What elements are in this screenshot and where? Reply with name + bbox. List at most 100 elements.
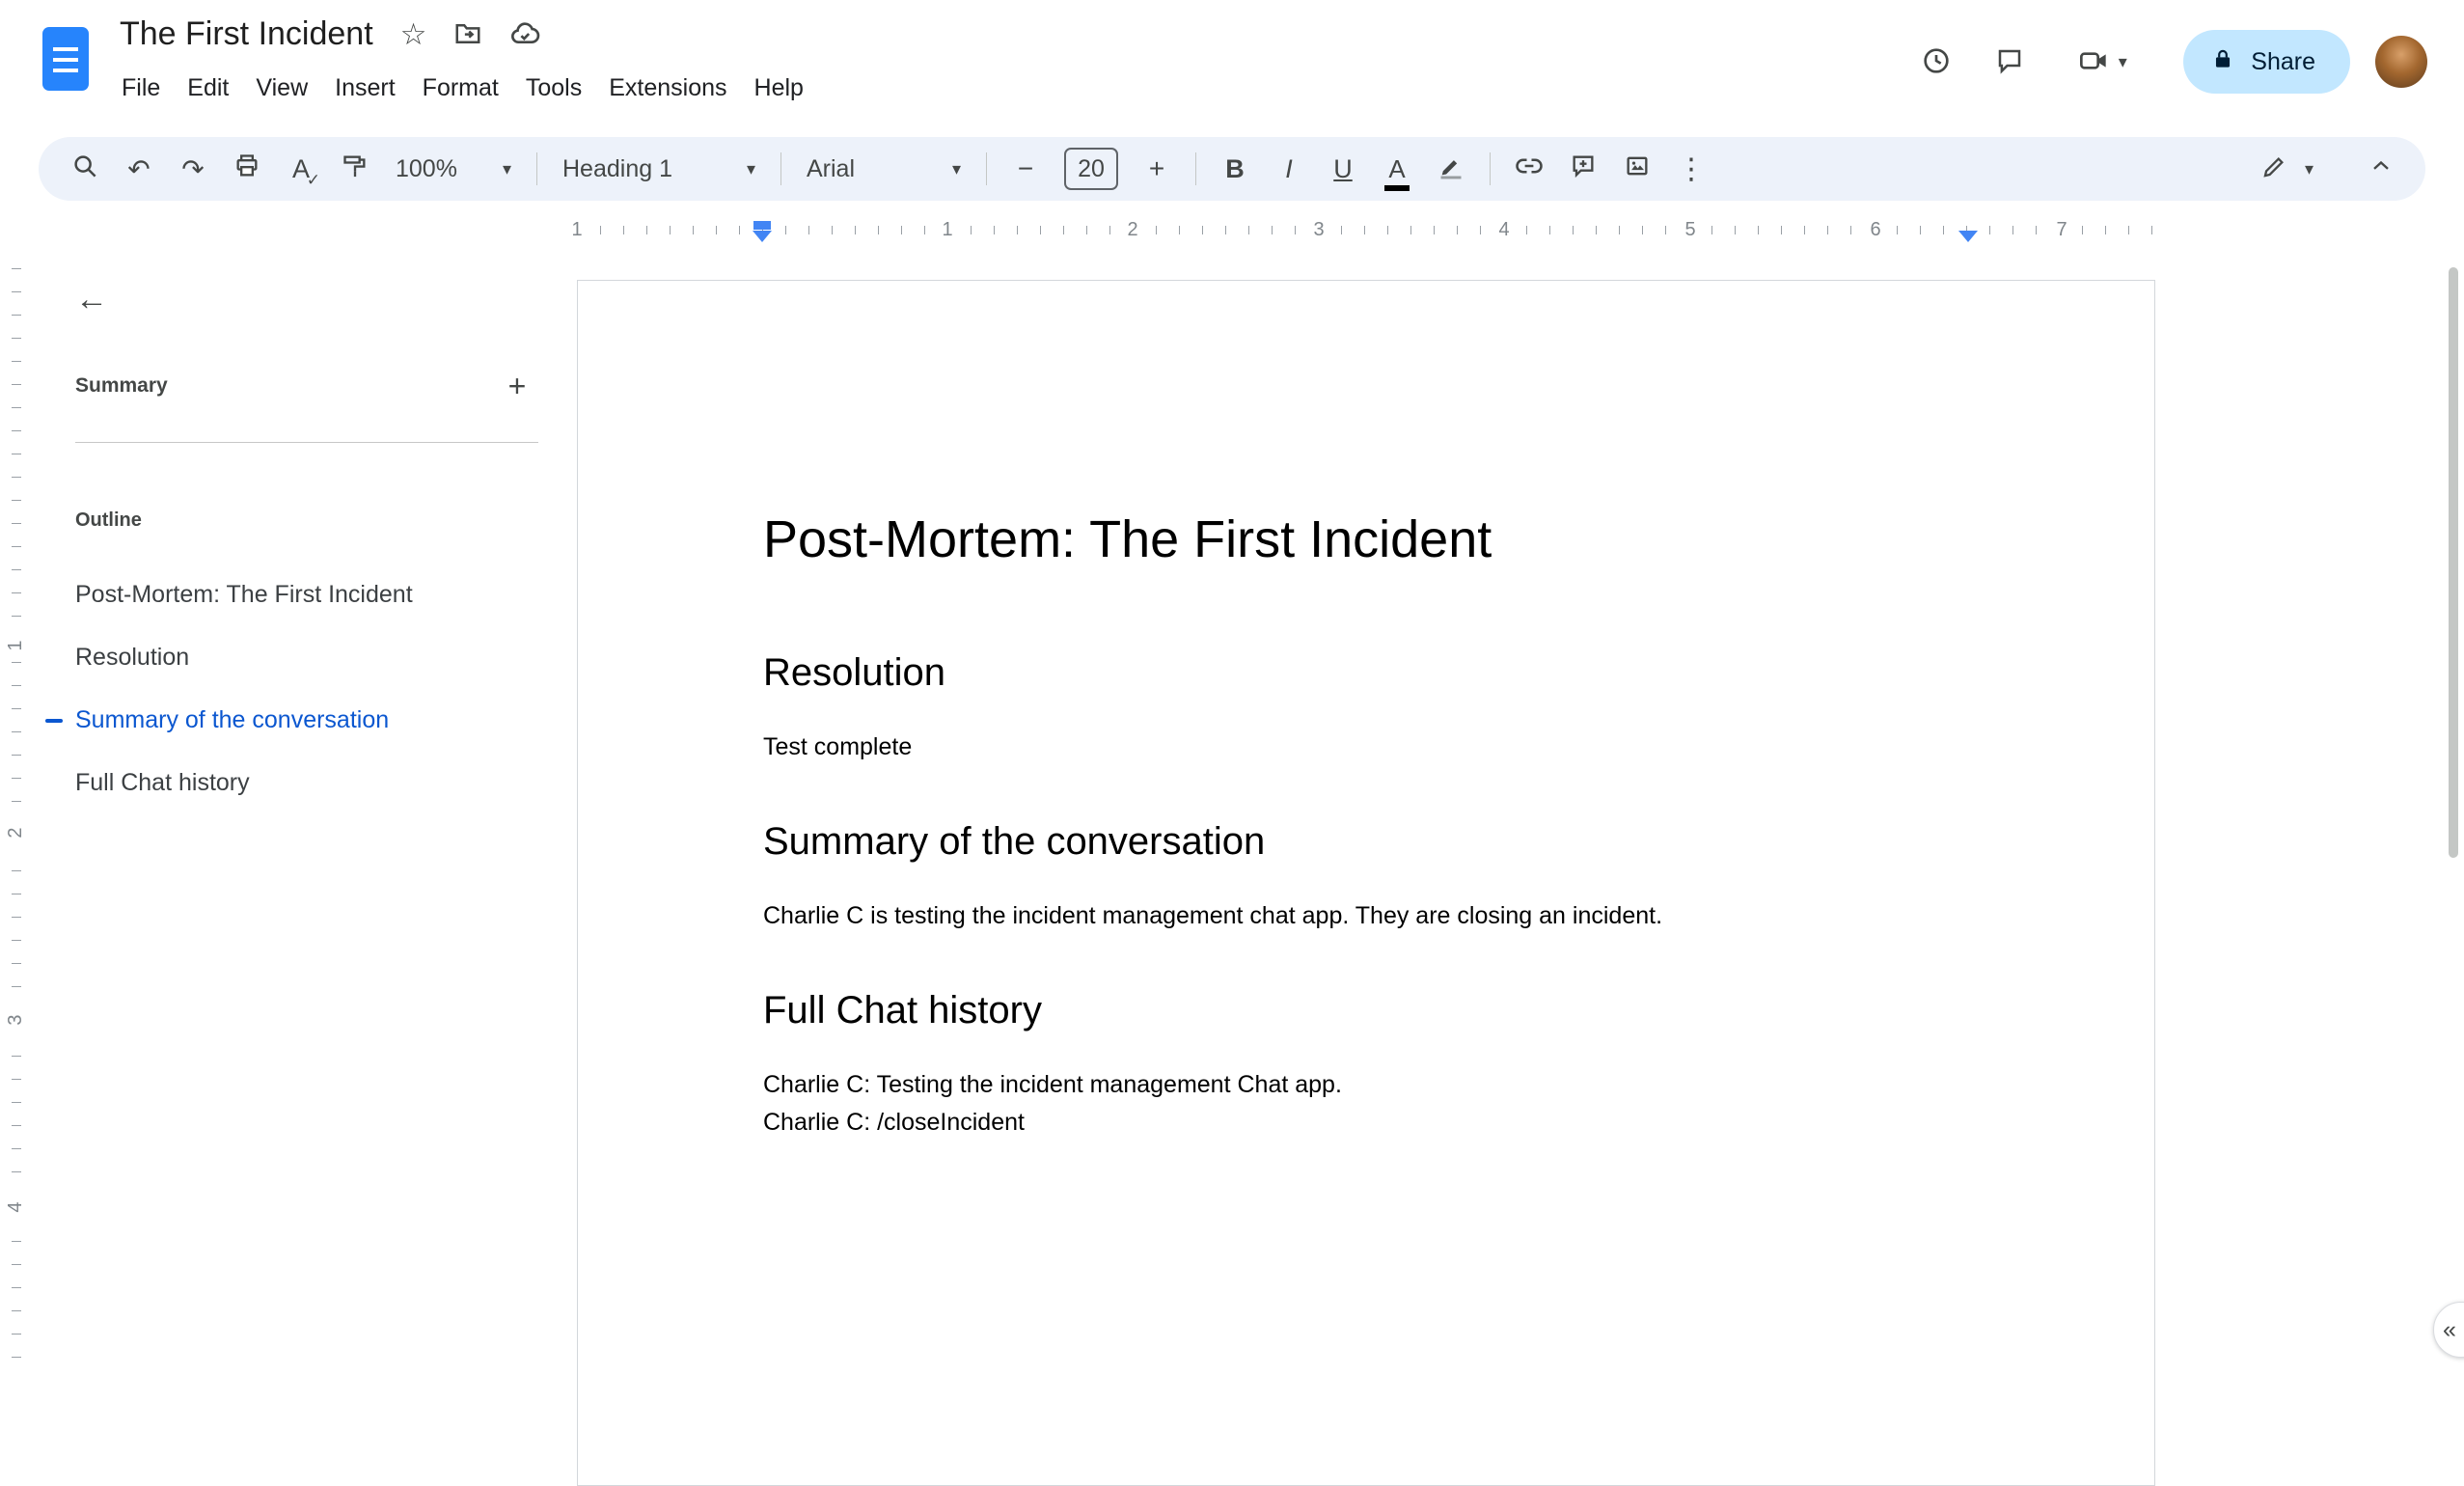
outline-items: Post-Mortem: The First Incident Resoluti… [32,564,558,814]
italic-button[interactable]: I [1262,144,1316,194]
underline-button[interactable]: U [1316,144,1370,194]
zoom-select[interactable]: 100% ▾ [382,144,525,194]
chevron-up-icon [2368,152,2395,186]
add-summary-button[interactable]: + [496,365,538,407]
toolbar-right: ▾ [2250,144,2408,194]
panel-divider [75,442,538,443]
hide-menus-button[interactable] [2354,144,2408,194]
image-icon [1624,152,1651,186]
meet-button[interactable]: ▾ [2052,31,2152,93]
toolbar-divider [1195,152,1196,185]
outline-item-resolution[interactable]: Resolution [32,626,558,689]
outline-item-summary-of-conversation[interactable]: Summary of the conversation [32,689,558,752]
add-comment-icon [1570,152,1597,186]
font-value: Arial [807,154,856,182]
outline-item-post-mortem[interactable]: Post-Mortem: The First Incident [32,564,558,626]
menu-tools[interactable]: Tools [512,68,595,108]
add-comment-button[interactable] [1556,144,1610,194]
document-page[interactable]: Post-Mortem: The First Incident Resoluti… [577,280,2155,1486]
text-color-button[interactable]: A [1370,144,1424,194]
move-folder-icon[interactable] [453,19,482,48]
app-header: The First Incident ☆ File Edit View Inse… [0,0,2464,135]
menu-view[interactable]: View [242,68,321,108]
right-indent-marker[interactable] [1958,231,1978,242]
link-icon [1515,151,1544,187]
doc-paragraph[interactable]: Charlie C: /closeIncident [763,1104,1969,1142]
doc-heading-chat-history[interactable]: Full Chat history [763,987,1969,1033]
editing-mode-select[interactable]: ▾ [2250,144,2325,194]
chevron-down-icon: ▾ [2304,159,2313,179]
ruler-mark: 5 [1676,217,1705,242]
ruler-mark: 3 [1304,217,1333,242]
doc-heading-resolution[interactable]: Resolution [763,649,1969,696]
font-family-select[interactable]: Arial ▾ [793,144,974,194]
first-line-indent-marker[interactable] [753,221,771,230]
vertical-ruler: 1 2 3 4 [0,268,32,1379]
printer-icon [233,152,260,186]
doc-paragraph[interactable]: Charlie C: Testing the incident manageme… [763,1066,1969,1104]
paragraph-styles-select[interactable]: Heading 1 ▾ [549,144,769,194]
outline-item-label: Summary of the conversation [75,706,390,733]
ruler-mark: 1 [933,217,962,242]
left-indent-marker[interactable] [753,231,772,242]
increase-font-size-button[interactable]: + [1130,144,1184,194]
docs-logo-icon[interactable] [42,27,89,91]
history-clock-icon [1921,45,1952,79]
undo-button[interactable]: ↶ [112,144,166,194]
expand-side-panel-button[interactable]: « [2433,1302,2464,1358]
menu-edit[interactable]: Edit [174,68,242,108]
check-icon: ✓ [306,171,320,189]
menu-file[interactable]: File [108,68,174,108]
outline-item-label: Resolution [75,644,190,671]
document-content[interactable]: Post-Mortem: The First Incident Resoluti… [578,281,2154,1142]
vertical-scrollbar[interactable] [2449,267,2458,858]
style-value: Heading 1 [562,154,672,182]
doc-paragraph[interactable]: Test complete [763,729,1969,766]
decrease-font-size-button[interactable]: − [999,144,1053,194]
doc-paragraph[interactable]: Charlie C is testing the incident manage… [763,897,1969,935]
outline-item-full-chat-history[interactable]: Full Chat history [32,752,558,814]
insert-image-button[interactable] [1610,144,1664,194]
lock-icon [2210,46,2235,78]
cloud-saved-icon[interactable] [509,18,540,49]
summary-row: Summary + [75,365,538,407]
outline-label: Outline [75,509,142,531]
menu-format[interactable]: Format [409,68,512,108]
toolbar-divider [536,152,537,185]
more-options-button[interactable]: ⋮ [1664,144,1718,194]
chevron-down-icon: ▾ [2118,52,2127,71]
video-camera-icon [2078,45,2109,79]
chevron-down-icon: ▾ [502,159,511,179]
ruler-mark: 2 [1118,217,1147,242]
menu-extensions[interactable]: Extensions [595,68,740,108]
chevron-down-icon: ▾ [746,159,755,179]
outline-panel: ← Summary + Outline Post-Mortem: The Fir… [32,268,558,1379]
search-menus-button[interactable] [58,144,112,194]
menu-insert[interactable]: Insert [321,68,409,108]
print-button[interactable] [220,144,274,194]
outline-item-label: Full Chat history [75,769,250,796]
menu-help[interactable]: Help [741,68,817,108]
account-avatar[interactable] [2375,36,2427,88]
redo-button[interactable]: ↷ [166,144,220,194]
bold-button[interactable]: B [1208,144,1262,194]
comments-button[interactable] [1979,31,2040,93]
highlight-color-button[interactable] [1424,144,1478,194]
share-label: Share [2251,47,2315,75]
version-history-button[interactable] [1905,31,1967,93]
spellcheck-button[interactable]: A ✓ [274,144,328,194]
doc-title-heading[interactable]: Post-Mortem: The First Incident [763,509,1969,570]
toolbar: ↶ ↷ A ✓ 100% ▾ Heading 1 ▾ Arial ▾ − 20 … [39,137,2425,201]
share-button[interactable]: Share [2183,30,2350,94]
document-title[interactable]: The First Incident [120,15,373,53]
doc-heading-summary[interactable]: Summary of the conversation [763,818,1969,865]
highlighter-icon [1437,152,1465,186]
ruler-mark: 4 [1490,217,1519,242]
star-icon[interactable]: ☆ [400,19,427,49]
close-outline-button[interactable]: ← [61,268,123,330]
font-size-input[interactable]: 20 [1064,148,1118,190]
insert-link-button[interactable] [1502,144,1556,194]
paint-format-button[interactable] [328,144,382,194]
ruler-mark: 7 [2047,217,2076,242]
ruler-mark: 2 [3,816,28,849]
